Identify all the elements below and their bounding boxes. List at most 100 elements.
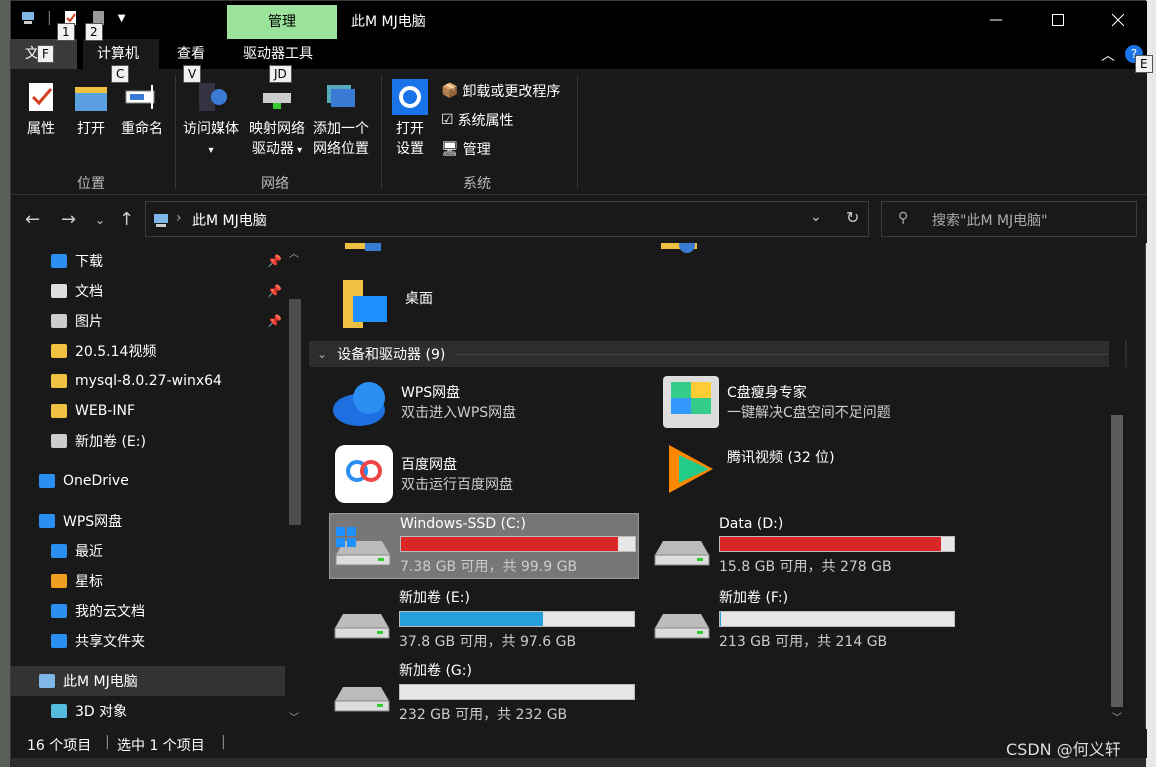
sidebar-item[interactable]: 新加卷 (E:) <box>11 426 285 456</box>
sidebar-item[interactable]: 此M MJ电脑 <box>11 666 285 696</box>
up-arrow-icon[interactable]: ↑ <box>119 209 134 230</box>
group-divider <box>577 75 578 189</box>
uninstall-programs-button[interactable]: 📦 卸载或更改程序 <box>441 81 560 101</box>
address-field[interactable]: › 此M MJ电脑 ⌄ ↻ <box>145 201 869 237</box>
folder-icon <box>51 374 67 388</box>
manage-label: 管理 <box>462 142 491 158</box>
drive-tile[interactable]: 新加卷 (E:) 37.8 GB 可用，共 97.6 GB <box>329 586 639 652</box>
settings-label-2: 设置 <box>396 141 424 157</box>
customize-qat-chevron-icon[interactable]: ▼ <box>118 13 126 24</box>
scroll-down-icon[interactable]: ﹀ <box>289 709 299 724</box>
sidebar-item-label: 此M MJ电脑 <box>63 674 138 690</box>
keytip-1: 1 <box>57 23 75 41</box>
sidebar-item[interactable]: 图片 📌 <box>11 306 285 336</box>
maximize-button[interactable] <box>1035 1 1081 39</box>
media-icon <box>199 83 227 111</box>
tab-manage-context[interactable]: 管理 <box>227 5 337 39</box>
breadcrumb-this-pc[interactable]: 此M MJ电脑 <box>192 210 267 230</box>
windows-cleaner-icon <box>663 376 719 428</box>
ribbon: 属性 打开 重命名 位置 访问媒体 ▾ 映射网络 驱动器 ▾ 添加一个 网络位置 网络… <box>11 69 1147 195</box>
content-scroll-thumb[interactable] <box>1111 415 1123 707</box>
close-button[interactable] <box>1095 1 1141 39</box>
sidebar-item-label: 最近 <box>75 544 103 560</box>
settings-gear-icon <box>392 79 428 115</box>
breadcrumb-separator-icon: › <box>176 210 182 226</box>
hard-drive-icon <box>654 614 710 639</box>
desktop-folder[interactable]: 桌面 <box>329 265 529 331</box>
drive-usage-bar <box>399 684 635 700</box>
search-input[interactable]: ⚲ 搜索"此M MJ电脑" <box>881 201 1137 237</box>
sidebar-item[interactable]: WPS网盘 <box>11 506 285 536</box>
background-desktop-left <box>0 0 10 767</box>
sidebar-item-label: 共享文件夹 <box>75 634 145 650</box>
drive-tile[interactable]: 新加卷 (G:) 232 GB 可用，共 232 GB <box>329 659 639 725</box>
drive-name: 新加卷 (E:) <box>399 590 470 606</box>
drive-tile[interactable]: Data (D:) 15.8 GB 可用，共 278 GB <box>649 513 959 579</box>
sidebar-item[interactable]: 3D 对象 <box>11 696 285 726</box>
recent-locations-chevron-icon[interactable]: ⌄ <box>95 213 105 227</box>
drive-name: Windows-SSD (C:) <box>400 516 526 532</box>
refresh-icon[interactable]: ↻ <box>846 208 859 227</box>
app-name: C盘瘦身专家 <box>727 385 807 401</box>
desktop-folder-icon <box>343 280 387 328</box>
folder-icon <box>51 344 67 358</box>
sidebar-item[interactable]: 我的云文档 <box>11 596 285 626</box>
group-divider-line <box>457 353 1119 355</box>
app-tile-c-cleaner[interactable]: C盘瘦身专家 一键解决C盘空间不足问题 <box>661 369 981 435</box>
sidebar-item[interactable]: 星标 <box>11 566 285 596</box>
sidebar-item[interactable]: 下载 📌 <box>11 246 285 276</box>
system-properties-button[interactable]: ☑ 系统属性 <box>441 110 514 130</box>
sidebar-item[interactable]: OneDrive <box>11 466 285 496</box>
add-network-location-button[interactable]: 添加一个 网络位置 <box>309 79 373 159</box>
properties-button[interactable]: 属性 <box>21 79 61 139</box>
forward-arrow-icon[interactable]: → <box>61 209 76 230</box>
drive-tile[interactable]: 新加卷 (F:) 213 GB 可用，共 214 GB <box>649 586 959 652</box>
pin-icon: 📌 <box>267 254 282 268</box>
cloud-docs-icon <box>51 604 67 618</box>
properties-label: 属性 <box>27 121 55 137</box>
sidebar-scrollbar[interactable]: ︿ ﹀ <box>287 243 303 729</box>
collapse-ribbon-icon[interactable]: ︿ <box>1101 45 1115 65</box>
scroll-up-icon[interactable]: ︿ <box>289 245 299 260</box>
close-icon <box>1112 14 1124 26</box>
sidebar-item[interactable]: 文档 📌 <box>11 276 285 306</box>
maximize-icon <box>1052 14 1064 26</box>
sidebar-item-label: 下载 <box>75 254 103 270</box>
drive-usage-bar <box>399 611 635 627</box>
sidebar-item-label: 新加卷 (E:) <box>75 434 146 450</box>
open-settings-button[interactable]: 打开 设置 <box>387 79 433 159</box>
sidebar-scroll-thumb[interactable] <box>289 299 301 525</box>
manage-button[interactable]: 🖥 管理 <box>441 139 491 159</box>
hard-drive-icon <box>334 614 390 639</box>
minimize-button[interactable] <box>973 1 1019 39</box>
drive-tile[interactable]: Windows-SSD (C:) 7.38 GB 可用，共 99.9 GB <box>329 513 639 579</box>
rename-button[interactable]: 重命名 <box>117 79 167 139</box>
sidebar-item[interactable]: 共享文件夹 <box>11 626 285 656</box>
map-network-drive-button[interactable]: 映射网络 驱动器 ▾ <box>245 79 309 161</box>
address-dropdown-icon[interactable]: ⌄ <box>810 209 822 225</box>
this-pc-icon <box>154 214 168 227</box>
navigation-pane: 下载 📌 文档 📌 图片 📌 20.5.14视频 mysql-8.0.27-winx64 WEB… <box>11 243 307 729</box>
sidebar-item-label: 星标 <box>75 574 103 590</box>
access-media-button[interactable]: 访问媒体 ▾ <box>179 79 243 161</box>
app-tile-wps[interactable]: WPS网盘 双击进入WPS网盘 <box>329 369 629 435</box>
open-button[interactable]: 打开 <box>71 79 111 139</box>
hard-drive-icon <box>334 687 390 712</box>
star-icon <box>51 574 67 588</box>
group-header-devices[interactable]: ⌄ 设备和驱动器 (9) <box>309 341 1127 367</box>
content-scrollbar[interactable]: ﹀ <box>1109 243 1125 729</box>
app-tile-tencent-video[interactable]: 腾讯视频 (32 位) <box>661 439 981 505</box>
open-label: 打开 <box>77 121 105 137</box>
checkbox-icon: ☑ <box>441 112 454 128</box>
sidebar-item[interactable]: WEB-INF <box>11 396 285 426</box>
scroll-down-icon[interactable]: ﹀ <box>1112 709 1122 724</box>
drive-space-info: 15.8 GB 可用，共 278 GB <box>719 559 892 575</box>
sidebar-item[interactable]: 最近 <box>11 536 285 566</box>
sidebar-item-label: WPS网盘 <box>63 514 123 530</box>
app-tile-baidu[interactable]: 百度网盘 双击运行百度网盘 <box>329 441 629 507</box>
app-name: 百度网盘 <box>401 457 457 473</box>
sidebar-item[interactable]: 20.5.14视频 <box>11 336 285 366</box>
sidebar-item[interactable]: mysql-8.0.27-winx64 <box>11 366 285 396</box>
search-icon: ⚲ <box>898 210 909 226</box>
back-arrow-icon[interactable]: ← <box>25 209 40 230</box>
